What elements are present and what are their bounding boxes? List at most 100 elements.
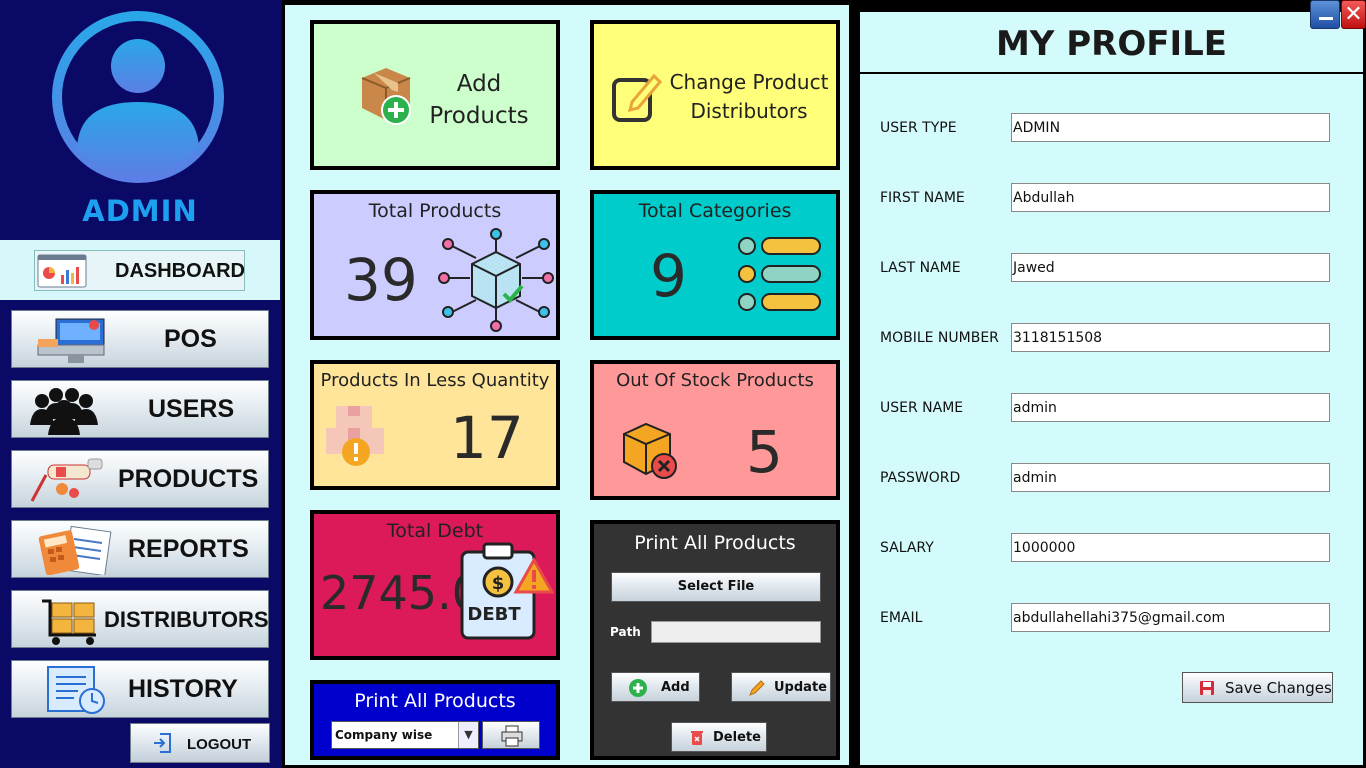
total-products-card: Total Products 39 [310, 190, 560, 340]
total-categories-value: 9 [650, 242, 687, 310]
update-button[interactable]: Update [731, 672, 831, 702]
profile-header: MY PROFILE [860, 12, 1363, 74]
out-of-stock-title: Out Of Stock Products [616, 370, 814, 391]
debt-document-icon: $ DEBT [460, 542, 554, 640]
company-select-value: Company wise [335, 728, 433, 742]
print-button[interactable] [482, 721, 540, 749]
dashboard-chart-icon [37, 254, 87, 288]
total-debt-card: Total Debt 2745.0 $ DEBT [310, 510, 560, 660]
less-quantity-value: 17 [450, 404, 524, 472]
select-file-button[interactable]: Select File [611, 572, 821, 602]
nav-reports-button[interactable]: REPORTS [11, 520, 269, 578]
add-button[interactable]: Add [611, 672, 700, 702]
chevron-down-icon[interactable]: ▼ [458, 722, 478, 748]
user-avatar-icon [52, 11, 224, 183]
users-group-icon [30, 388, 98, 435]
save-changes-button[interactable]: Save Changes [1182, 672, 1333, 703]
user-name-field[interactable]: admin [1011, 393, 1330, 422]
last-name-label: LAST NAME [880, 260, 961, 276]
category-list-icon [738, 237, 821, 311]
edit-icon [612, 73, 662, 122]
print-file-title: Print All Products [634, 532, 796, 554]
delete-button[interactable]: Delete [671, 722, 767, 752]
minimize-button[interactable] [1310, 0, 1340, 29]
floppy-disk-icon [1200, 681, 1214, 695]
receipt-clock-icon [47, 666, 105, 714]
trash-icon [691, 731, 703, 745]
user-type-label: USER TYPE [880, 120, 957, 136]
nav-products-label: PRODUCTS [118, 465, 259, 493]
total-categories-card: Total Categories 9 [590, 190, 840, 340]
salary-label: SALARY [880, 540, 934, 556]
profile-title: MY PROFILE [995, 24, 1228, 64]
total-products-value: 39 [344, 246, 418, 314]
add-label: Add [661, 680, 690, 695]
user-type-field[interactable]: ADMIN [1011, 113, 1330, 142]
dashboard-panel: Add Products Change Product Distributors… [285, 5, 849, 765]
box-warning-icon [326, 406, 384, 466]
dashboard-button[interactable]: DASHBOARD [34, 250, 245, 291]
print-company-card: Print All Products Company wise ▼ [310, 680, 560, 760]
pencil-icon [749, 680, 765, 696]
change-distributors-line1: Change Product [669, 70, 829, 94]
box-add-icon [361, 68, 411, 125]
box-remove-icon [623, 422, 677, 479]
email-field[interactable]: abdullahellahi375@gmail.com [1011, 603, 1330, 632]
nav-distributors-label: DISTRIBUTORS [104, 607, 269, 632]
close-button[interactable]: ✕ [1341, 0, 1366, 29]
mobile-number-field[interactable]: 3118151508 [1011, 323, 1330, 352]
minimize-icon [1319, 17, 1333, 20]
company-select[interactable]: Company wise ▼ [331, 721, 479, 749]
print-company-title: Print All Products [354, 690, 516, 712]
password-field[interactable]: admin [1011, 463, 1330, 492]
products-icon [30, 458, 103, 502]
out-of-stock-card: Out Of Stock Products 5 [590, 360, 840, 500]
pos-terminal-icon [37, 318, 105, 363]
last-name-field[interactable]: Jawed [1011, 253, 1330, 282]
change-distributors-card[interactable]: Change Product Distributors [590, 20, 840, 170]
svg-text:$: $ [492, 573, 505, 594]
less-quantity-card: Products In Less Quantity 17 [310, 360, 560, 490]
plus-circle-icon [629, 679, 647, 697]
email-label: EMAIL [880, 610, 923, 626]
total-products-title: Total Products [368, 200, 502, 222]
less-quantity-title: Products In Less Quantity [320, 370, 550, 391]
add-products-line1: Add [456, 71, 502, 97]
save-changes-label: Save Changes [1225, 679, 1332, 697]
path-input[interactable] [651, 621, 821, 643]
nav-pos-button[interactable]: POS [11, 310, 269, 368]
password-label: PASSWORD [880, 470, 961, 486]
total-categories-title: Total Categories [638, 200, 792, 222]
nav-reports-label: REPORTS [128, 535, 249, 563]
user-name-label: USER NAME [880, 400, 964, 416]
nav-pos-label: POS [164, 325, 217, 353]
product-network-icon [438, 228, 554, 332]
nav-history-button[interactable]: HISTORY [11, 660, 269, 718]
close-icon: ✕ [1344, 2, 1363, 27]
salary-field[interactable]: 1000000 [1011, 533, 1330, 562]
nav-users-button[interactable]: USERS [11, 380, 269, 438]
calculator-reports-icon [38, 525, 112, 575]
nav-history-label: HISTORY [128, 675, 238, 703]
delete-label: Delete [713, 730, 761, 745]
first-name-label: FIRST NAME [880, 190, 965, 206]
nav-distributors-button[interactable]: DISTRIBUTORS [11, 590, 269, 648]
profile-panel: MY PROFILE USER TYPE ADMIN FIRST NAME Ab… [857, 9, 1366, 768]
first-name-field[interactable]: Abdullah [1011, 183, 1330, 212]
dashboard-label: DASHBOARD [115, 260, 245, 282]
add-products-card[interactable]: Add Products [310, 20, 560, 170]
change-distributors-line2: Distributors [690, 99, 808, 123]
printer-icon [501, 725, 523, 747]
nav-users-label: USERS [148, 395, 235, 423]
mobile-number-label: MOBILE NUMBER [880, 330, 999, 346]
logout-button[interactable]: LOGOUT [130, 723, 270, 763]
path-label: Path [610, 625, 641, 639]
nav-products-button[interactable]: PRODUCTS [11, 450, 269, 508]
update-label: Update [774, 680, 827, 695]
print-file-card: Print All Products Select File Path Add … [590, 520, 840, 760]
logout-label: LOGOUT [187, 736, 252, 753]
logout-icon [154, 733, 171, 753]
add-products-line2: Products [429, 103, 529, 129]
debt-icon-text: DEBT [467, 604, 521, 625]
panel-divider [851, 5, 854, 765]
